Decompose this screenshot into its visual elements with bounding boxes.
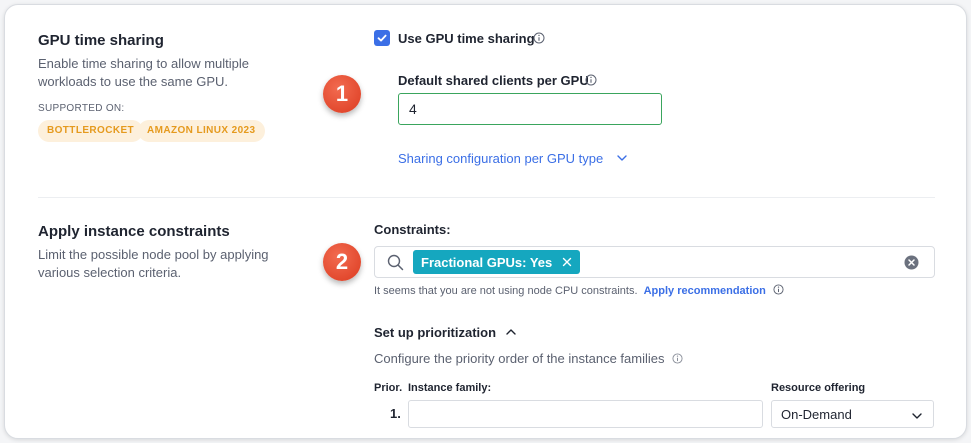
column-header-resource-offering: Resource offering (771, 382, 866, 394)
constraints-section-title: Apply instance constraints (38, 223, 230, 240)
shared-clients-label: Default shared clients per GPU (398, 73, 589, 88)
chevron-down-icon (912, 413, 922, 419)
supported-on-label: SUPPORTED ON: (38, 103, 125, 114)
gpu-section-description-line2: workloads to use the same GPU. (38, 74, 229, 89)
clear-all-icon[interactable] (904, 255, 919, 270)
gpu-section-title: GPU time sharing (38, 32, 164, 49)
annotation-marker-1: 1 (323, 75, 361, 113)
checkmark-icon (377, 34, 387, 42)
priority-row-index: 1. (390, 406, 401, 421)
section-divider (38, 197, 935, 198)
resource-offering-select[interactable]: On-Demand (771, 400, 934, 428)
search-icon (387, 254, 404, 271)
column-header-instance-family: Instance family: (408, 382, 492, 394)
gpu-section-description-line1: Enable time sharing to allow multiple (38, 56, 249, 71)
constraints-section-description-line2: various selection criteria. (38, 265, 182, 280)
constraint-chip-fractional-gpus[interactable]: Fractional GPUs: Yes (413, 250, 581, 274)
shared-clients-input[interactable]: 4 (398, 93, 662, 125)
close-icon[interactable] (562, 257, 572, 267)
instance-family-input[interactable] (408, 400, 763, 428)
column-header-prior: Prior. (374, 382, 403, 394)
constraints-label: Constraints: (374, 222, 451, 237)
chevron-up-icon (505, 329, 516, 335)
settings-card: GPU time sharing Enable time sharing to … (4, 4, 967, 439)
resource-offering-value: On-Demand (781, 406, 852, 422)
constraints-section-description-line1: Limit the possible node pool by applying (38, 247, 269, 262)
tag-amazon-linux-2023: AMAZON LINUX 2023 (138, 120, 265, 142)
constraint-chip-label: Fractional GPUs: Yes (421, 254, 553, 270)
chevron-down-icon[interactable] (616, 153, 628, 163)
prioritization-description-text: Configure the priority order of the inst… (374, 351, 665, 366)
shared-clients-value: 4 (409, 101, 417, 117)
info-icon[interactable] (672, 353, 683, 364)
prioritization-description: Configure the priority order of the inst… (374, 351, 683, 366)
info-icon[interactable] (585, 74, 597, 86)
prioritization-title: Set up prioritization (374, 325, 497, 340)
constraints-hint: It seems that you are not using node CPU… (374, 284, 784, 297)
gpu-time-sharing-label[interactable]: Use GPU time sharing (398, 31, 535, 46)
apply-recommendation-link[interactable]: Apply recommendation (644, 285, 766, 297)
sharing-config-link-label: Sharing configuration per GPU type (398, 151, 604, 166)
gpu-time-sharing-checkbox[interactable] (374, 30, 390, 46)
sharing-config-link[interactable]: Sharing configuration per GPU type (398, 151, 603, 166)
tag-bottlerocket: BOTTLEROCKET (38, 120, 144, 142)
prioritization-toggle[interactable]: Set up prioritization (374, 325, 517, 340)
constraints-hint-text: It seems that you are not using node CPU… (374, 285, 638, 297)
constraints-search-box[interactable]: Fractional GPUs: Yes (374, 246, 935, 278)
info-icon[interactable] (773, 284, 784, 295)
annotation-marker-2: 2 (323, 243, 361, 281)
info-icon[interactable] (533, 32, 545, 44)
